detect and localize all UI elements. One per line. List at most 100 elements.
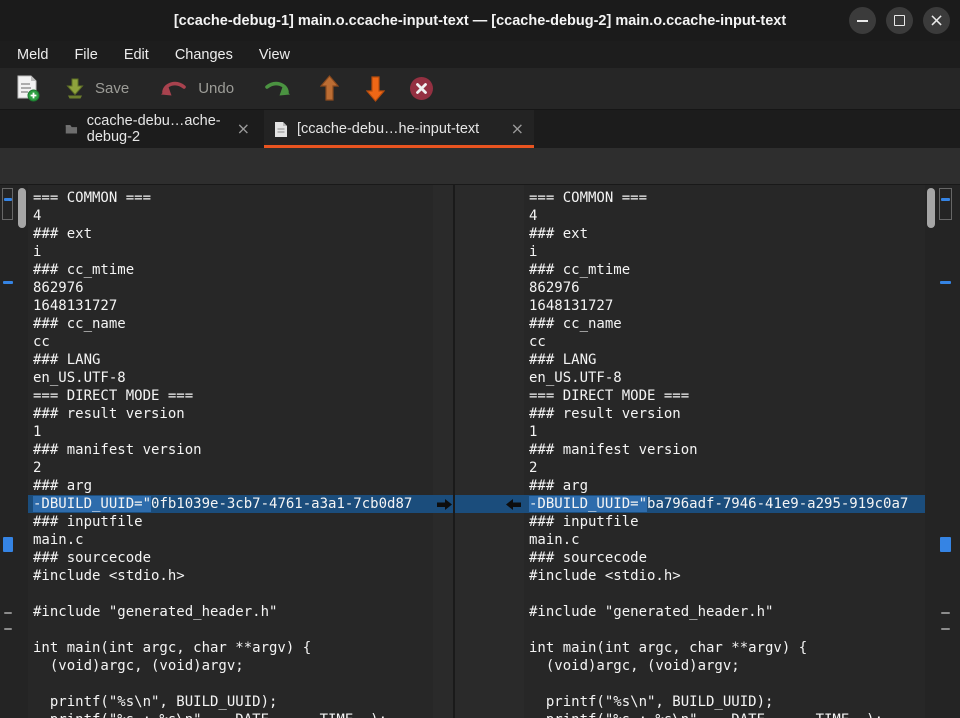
code-line: en_US.UTF-8 [28, 369, 433, 387]
code-line: printf("%s : %s\n", __DATE__, __TIME__); [28, 711, 433, 718]
stop-button[interactable] [409, 76, 434, 101]
stop-icon [409, 76, 434, 101]
code-line: i [524, 243, 925, 261]
chunk-mark [4, 628, 12, 630]
undo-button[interactable]: Undo [159, 78, 234, 100]
code-line: en_US.UTF-8 [524, 369, 925, 387]
menu-changes[interactable]: Changes [162, 44, 246, 66]
tab-close-icon[interactable]: × [237, 121, 250, 137]
menubar: Meld File Edit Changes View [0, 41, 960, 68]
code-line [524, 585, 925, 603]
new-comparison-button[interactable] [16, 75, 40, 102]
new-file-icon [16, 75, 40, 102]
code-line: === DIRECT MODE === [524, 387, 925, 405]
chunk-mark [940, 281, 951, 284]
minimize-button[interactable] [849, 7, 876, 34]
save-button[interactable]: Save [64, 77, 129, 100]
code-line: 862976 [524, 279, 925, 297]
tab-close-icon[interactable]: × [511, 121, 524, 137]
tab-folder-comparison[interactable]: ccache-debu…ache-debug-2 × [55, 110, 260, 148]
code-line: === COMMON === [524, 189, 925, 207]
code-line: ### sourcecode [524, 549, 925, 567]
chunk-mark [4, 612, 12, 614]
code-line: main.c [524, 531, 925, 549]
menu-meld[interactable]: Meld [4, 44, 61, 66]
scrollbar-left[interactable] [16, 185, 28, 718]
code-line: ### result version [28, 405, 433, 423]
chunk-map-right[interactable] [936, 185, 960, 718]
code-line: 2 [28, 459, 433, 477]
push-right-arrow[interactable] [436, 498, 453, 511]
code-line: ### inputfile [28, 513, 433, 531]
diff-line-uuid: ba796adf-7946-41e9-a295-919c0a7 [647, 496, 908, 512]
viewport-indicator [939, 188, 952, 220]
toolbar: Save Undo [0, 68, 960, 110]
code-line: printf("%s\n", BUILD_UUID); [28, 693, 433, 711]
pane-divider [453, 185, 455, 718]
menu-view[interactable]: View [246, 44, 303, 66]
code-line: === DIRECT MODE === [28, 387, 433, 405]
save-label: Save [95, 80, 129, 97]
viewport-indicator [2, 188, 13, 220]
maximize-button[interactable] [886, 7, 913, 34]
tab-label: [ccache-debu…he-input-text [297, 121, 479, 137]
chunk-mark [941, 628, 950, 630]
code-line: ### result version [524, 405, 925, 423]
text-pane-right[interactable]: === COMMON ===4### exti### cc_mtime86297… [524, 185, 925, 718]
code-line: ### sourcecode [28, 549, 433, 567]
code-line: 4 [524, 207, 925, 225]
code-line: #include <stdio.h> [28, 567, 433, 585]
file-selector-bar: main.o.ccache-input-text main.o.ccache-i… [0, 148, 960, 185]
chunk-mark [3, 537, 13, 552]
redo-button[interactable] [262, 78, 292, 100]
folder-icon [65, 122, 78, 136]
code-line: ### LANG [524, 351, 925, 369]
code-line: cc [28, 333, 433, 351]
diff-line: -DBUILD_UUID="ba796adf-7946-41e9-a295-91… [524, 495, 925, 513]
code-line: cc [524, 333, 925, 351]
minimize-icon [857, 20, 868, 22]
code-line: ### cc_name [28, 315, 433, 333]
tab-bar: ccache-debu…ache-debug-2 × [ccache-debu…… [0, 110, 960, 149]
maximize-icon [894, 15, 905, 26]
code-line: #include "generated_header.h" [28, 603, 433, 621]
code-line: ### arg [524, 477, 925, 495]
code-line: #include "generated_header.h" [524, 603, 925, 621]
scrollbar-right[interactable] [925, 185, 936, 718]
undo-icon [159, 78, 189, 100]
code-line: printf("%s\n", BUILD_UUID); [524, 693, 925, 711]
meld-window: [ccache-debug-1] main.o.ccache-input-tex… [0, 0, 960, 718]
code-line [28, 675, 433, 693]
previous-change-button[interactable] [320, 75, 339, 102]
code-line: ### manifest version [524, 441, 925, 459]
menu-edit[interactable]: Edit [111, 44, 162, 66]
code-line: (void)argc, (void)argv; [524, 657, 925, 675]
code-line: (void)argc, (void)argv; [28, 657, 433, 675]
push-left-arrow[interactable] [505, 498, 522, 511]
code-line: 4 [28, 207, 433, 225]
scrollbar-handle[interactable] [18, 188, 26, 228]
next-change-button[interactable] [366, 75, 385, 102]
code-line [28, 621, 433, 639]
chunk-mark [4, 198, 12, 201]
file-icon [274, 121, 288, 138]
code-line: main.c [28, 531, 433, 549]
code-line: ### arg [28, 477, 433, 495]
chunk-map-left[interactable] [0, 185, 16, 718]
menu-file[interactable]: File [61, 44, 110, 66]
arrow-up-icon [320, 75, 339, 102]
chunk-mark [940, 537, 951, 552]
titlebar[interactable]: [ccache-debug-1] main.o.ccache-input-tex… [0, 0, 960, 42]
undo-label: Undo [198, 80, 234, 97]
tab-file-comparison-active[interactable]: [ccache-debu…he-input-text × [264, 110, 534, 148]
scrollbar-handle[interactable] [927, 188, 935, 228]
diff-line: -DBUILD_UUID="0fb1039e-3cb7-4761-a3a1-7c… [28, 495, 433, 513]
code-line [28, 585, 433, 603]
chunk-mark [941, 198, 950, 201]
tab-label: ccache-debu…ache-debug-2 [87, 113, 228, 145]
window-title: [ccache-debug-1] main.o.ccache-input-tex… [174, 13, 786, 29]
close-button[interactable]: × [923, 7, 950, 34]
text-pane-left[interactable]: === COMMON ===4### exti### cc_mtime86297… [28, 185, 433, 718]
code-line: ### ext [524, 225, 925, 243]
code-line: 1 [28, 423, 433, 441]
